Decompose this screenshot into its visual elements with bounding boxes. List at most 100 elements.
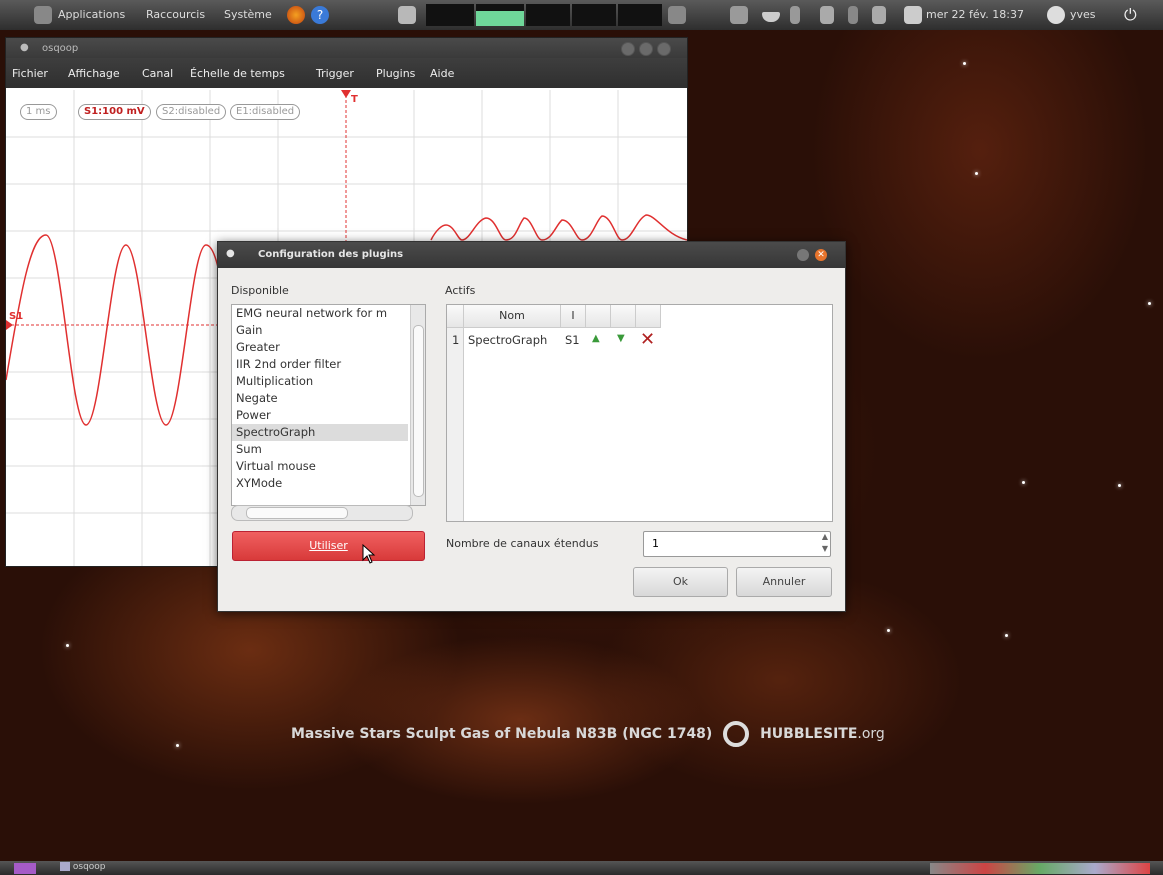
close-button[interactable] (657, 42, 671, 56)
star (1005, 634, 1008, 637)
star (975, 172, 978, 175)
time-scale-pill[interactable]: 1 ms (20, 104, 57, 120)
menu-timescale[interactable]: Échelle de temps (190, 67, 285, 80)
show-desktop-button[interactable] (14, 863, 36, 874)
extended-channels-value[interactable]: 1 (652, 537, 659, 550)
extended-channels-spinbox[interactable]: 1 ▲ ▼ (643, 531, 831, 557)
list-vertical-scrollbar[interactable] (410, 305, 425, 505)
star (176, 744, 179, 747)
e1-pill[interactable]: E1:disabled (230, 104, 301, 120)
list-item[interactable]: EMG neural network for m (232, 305, 408, 322)
hscroll-thumb[interactable] (246, 507, 348, 519)
wallpaper-caption: Massive Stars Sculpt Gas of Nebula N83B … (291, 721, 885, 747)
maximize-button[interactable] (639, 42, 653, 56)
osqoop-titlebar[interactable]: ● osqoop (6, 38, 687, 58)
spin-down-icon[interactable]: ▼ (822, 544, 828, 553)
bluetooth-icon[interactable] (848, 6, 858, 24)
menu-trigger[interactable]: Trigger (316, 67, 354, 80)
star (1148, 302, 1151, 305)
microphone-icon[interactable] (790, 6, 800, 24)
row-index[interactable]: 1 (452, 333, 459, 347)
caption-text: Massive Stars Sculpt Gas of Nebula N83B … (291, 726, 713, 742)
active-plugins-table[interactable]: Nom I 1 SpectroGraph S1 ▲ ▼ ✕ (446, 304, 833, 522)
menu-plugins[interactable]: Plugins (376, 67, 415, 80)
taskbar-window-icon (60, 862, 70, 871)
show-desktop-icon[interactable] (398, 6, 416, 24)
s2-pill[interactable]: S2:disabled (156, 104, 227, 120)
cancel-button[interactable]: Annuler (736, 567, 832, 597)
coffee-icon[interactable] (762, 12, 780, 22)
menu-channel[interactable]: Canal (142, 67, 173, 80)
hubble-logo-icon (723, 721, 750, 747)
dialog-maximize-button[interactable] (797, 249, 809, 261)
menu-applications[interactable]: Applications (58, 8, 125, 21)
star (963, 62, 966, 65)
minimize-button[interactable] (621, 42, 635, 56)
workspace-switcher[interactable] (930, 863, 1150, 874)
spin-up-icon[interactable]: ▲ (822, 532, 828, 541)
display-icon[interactable] (730, 6, 748, 24)
menu-system[interactable]: Système (224, 8, 272, 21)
list-item[interactable]: Sum (232, 441, 425, 458)
memory-monitor (476, 4, 524, 26)
list-item[interactable]: Power (232, 407, 425, 424)
list-item-selected[interactable]: SpectroGraph (232, 424, 408, 441)
available-label: Disponible (231, 284, 289, 297)
channel-label: S1 (9, 311, 24, 322)
help-icon[interactable]: ? (311, 6, 329, 24)
use-button[interactable]: Utiliser (232, 531, 425, 561)
list-item[interactable]: IIR 2nd order filter (232, 356, 425, 373)
window-menu-icon[interactable]: ● (20, 42, 29, 53)
caption-brand: HUBBLESITE (760, 726, 858, 742)
menu-help[interactable]: Aide (430, 67, 454, 80)
row-header-column (447, 328, 464, 521)
available-plugins-list[interactable]: EMG neural network for m Gain Greater II… (231, 304, 426, 506)
signal-trace-right (430, 214, 687, 241)
wifi-icon[interactable] (872, 6, 886, 24)
menu-shortcuts[interactable]: Raccourcis (146, 8, 205, 21)
applications-icon[interactable] (34, 6, 52, 24)
column-header-input[interactable]: I (561, 305, 586, 328)
taskbar-window-label: osqoop (72, 862, 106, 872)
clock[interactable]: mer 22 fév. 18:37 (926, 8, 1024, 21)
scroll-thumb[interactable] (413, 325, 424, 497)
s1-scale-pill[interactable]: S1:100 mV (78, 104, 151, 120)
list-item[interactable]: Gain (232, 322, 425, 339)
ok-button[interactable]: Ok (633, 567, 728, 597)
dialog-close-button[interactable]: ✕ (815, 249, 827, 261)
move-up-icon[interactable]: ▲ (592, 333, 600, 344)
cpu-monitor (426, 4, 474, 26)
column-header-name[interactable]: Nom (464, 305, 561, 328)
caption-brand-suffix: .org (857, 726, 885, 742)
move-down-icon[interactable]: ▼ (617, 333, 625, 344)
user-icon[interactable] (1047, 6, 1065, 24)
extended-channels-label: Nombre de canaux étendus (446, 537, 599, 550)
remove-icon[interactable]: ✕ (640, 329, 655, 350)
volume-icon[interactable] (820, 6, 834, 24)
list-item[interactable]: Greater (232, 339, 425, 356)
trigger-label: T (351, 94, 358, 105)
column-header-down[interactable] (611, 305, 636, 328)
power-icon[interactable]: ⏻ (1124, 6, 1142, 24)
menu-view[interactable]: Affichage (68, 67, 120, 80)
user-name[interactable]: yves (1070, 8, 1096, 21)
active-plugin-input[interactable]: S1 (565, 333, 580, 347)
list-item[interactable]: Negate (232, 390, 425, 407)
list-item[interactable]: Virtual mouse (232, 458, 425, 475)
mail-icon[interactable] (904, 6, 922, 24)
firefox-icon[interactable] (287, 6, 305, 24)
list-item[interactable]: Multiplication (232, 373, 425, 390)
taskbar-osqoop[interactable]: osqoop (60, 862, 180, 874)
dialog-titlebar[interactable]: ● Configuration des plugins ✕ (218, 242, 845, 268)
list-item[interactable]: XYMode (232, 475, 425, 492)
column-header-up[interactable] (586, 305, 611, 328)
list-horizontal-scrollbar[interactable] (231, 505, 413, 521)
net-monitor (526, 4, 570, 26)
dialog-menu-icon[interactable]: ● (226, 248, 235, 259)
star (887, 629, 890, 632)
menu-file[interactable]: Fichier (12, 67, 48, 80)
active-label: Actifs (445, 284, 476, 297)
column-header-remove[interactable] (636, 305, 661, 328)
active-plugin-name[interactable]: SpectroGraph (468, 333, 547, 347)
workspace-icon[interactable] (668, 6, 686, 24)
